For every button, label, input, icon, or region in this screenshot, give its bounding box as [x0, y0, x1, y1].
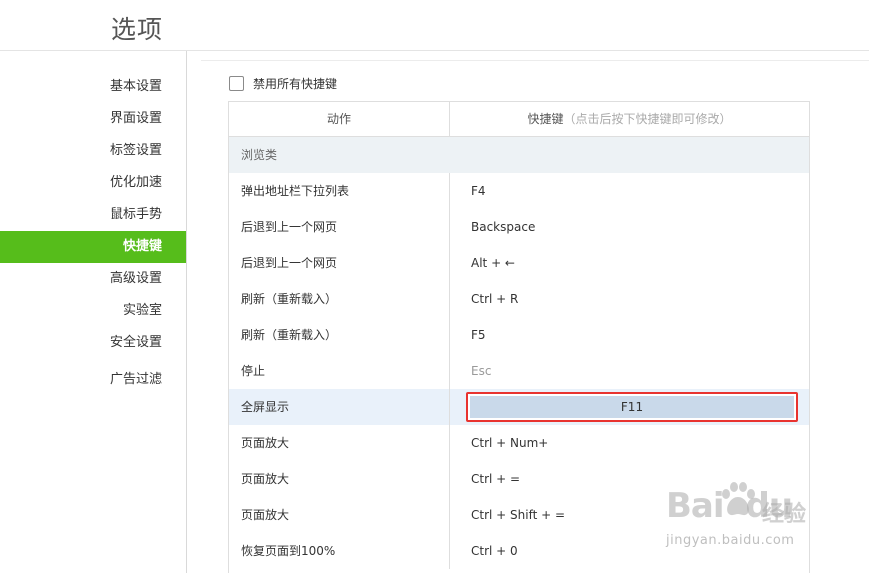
row-action-label: 页面放大: [241, 508, 290, 522]
column-header-shortcut-label: 快捷键: [527, 112, 564, 126]
row-action-label: 页面放大: [241, 472, 290, 486]
disable-all-checkbox[interactable]: [229, 75, 244, 91]
column-divider: [449, 389, 450, 425]
column-divider: [449, 173, 450, 209]
sidebar-item-interface[interactable]: 界面设置: [0, 103, 186, 135]
sidebar-item-optimize[interactable]: 优化加速: [0, 167, 186, 199]
row-action-label: 后退到上一个网页: [241, 220, 338, 234]
table-row: 停止 Esc: [229, 353, 809, 389]
sidebar-item-lab[interactable]: 实验室: [0, 295, 186, 327]
disable-all-shortcuts-option[interactable]: 禁用所有快捷键: [229, 74, 337, 92]
sidebar-item-security[interactable]: 安全设置: [0, 327, 186, 359]
table-row: 刷新（重新载入） Ctrl + R: [229, 281, 809, 317]
sidebar-item-basic[interactable]: 基本设置: [0, 71, 186, 103]
column-header-action: 动作: [326, 112, 351, 126]
row-shortcut-key[interactable]: Ctrl + Num+: [471, 425, 548, 461]
row-shortcut-key[interactable]: F5: [471, 317, 486, 353]
sidebar-item-advanced[interactable]: 高级设置: [0, 263, 186, 295]
table-row: 刷新（重新载入） F5: [229, 317, 809, 353]
table-row: 后退到上一个网页 Backspace: [229, 209, 809, 245]
column-divider: [449, 497, 450, 533]
column-divider: [449, 533, 450, 569]
table-row: 页面放大 Ctrl + =: [229, 461, 809, 497]
table-row: 恢复页面到100% Ctrl + 0: [229, 533, 809, 569]
sidebar-item-tabs[interactable]: 标签设置: [0, 135, 186, 167]
category-row-browse: 浏览类: [229, 137, 809, 173]
column-divider: [449, 209, 450, 245]
row-shortcut-key[interactable]: Ctrl + Shift + =: [471, 497, 565, 533]
sidebar: 基本设置 界面设置 标签设置 优化加速 鼠标手势 快捷键 高级设置 实验室 安全…: [0, 51, 187, 573]
table-row: 页面放大 Ctrl + Num+: [229, 425, 809, 461]
row-action-label: 页面放大: [241, 436, 290, 450]
content-divider: [201, 60, 869, 61]
row-action-label: 全屏显示: [241, 400, 290, 414]
row-action-label: 弹出地址栏下拉列表: [241, 184, 350, 198]
row-shortcut-key[interactable]: Ctrl + 0: [471, 533, 518, 569]
sidebar-item-shortcuts[interactable]: 快捷键: [0, 231, 186, 263]
table-row-selected: 全屏显示 F11: [229, 389, 809, 425]
column-divider: [449, 281, 450, 317]
row-shortcut-key[interactable]: Backspace: [471, 209, 535, 245]
column-header-shortcut: 快捷键（点击后按下快捷键即可修改）: [449, 102, 809, 136]
sidebar-item-mouse-gestures[interactable]: 鼠标手势: [0, 199, 186, 231]
sidebar-item-adblock[interactable]: 广告过滤: [0, 364, 186, 396]
disable-all-label[interactable]: 禁用所有快捷键: [253, 75, 337, 92]
table-row: 页面放大 Ctrl + Shift + =: [229, 497, 809, 533]
column-divider: [449, 461, 450, 497]
shortcut-key-editor-value[interactable]: F11: [470, 396, 794, 418]
column-divider: [449, 317, 450, 353]
row-action-label: 刷新（重新载入）: [241, 292, 338, 306]
row-shortcut-key[interactable]: Ctrl + =: [471, 461, 520, 497]
column-divider: [449, 353, 450, 389]
row-shortcut-key[interactable]: Alt + ←: [471, 245, 515, 281]
table-header: 动作 快捷键（点击后按下快捷键即可修改）: [229, 102, 809, 137]
column-divider: [449, 245, 450, 281]
shortcut-table: 动作 快捷键（点击后按下快捷键即可修改） 浏览类 弹出地址栏下拉列表 F4 后退…: [228, 101, 810, 573]
table-row: 后退到上一个网页 Alt + ←: [229, 245, 809, 281]
row-shortcut-key[interactable]: F4: [471, 173, 486, 209]
table-row: 弹出地址栏下拉列表 F4: [229, 173, 809, 209]
page-title: 选项: [111, 15, 164, 44]
row-action-label: 停止: [241, 364, 266, 378]
column-divider: [449, 425, 450, 461]
column-header-shortcut-hint: （点击后按下快捷键即可修改）: [563, 112, 732, 126]
row-action-label: 恢复页面到100%: [241, 544, 336, 558]
row-action-label: 刷新（重新载入）: [241, 328, 338, 342]
shortcut-key-editor[interactable]: F11: [466, 392, 798, 422]
row-shortcut-key[interactable]: Esc: [471, 353, 491, 389]
row-action-label: 后退到上一个网页: [241, 256, 338, 270]
row-shortcut-key[interactable]: Ctrl + R: [471, 281, 518, 317]
